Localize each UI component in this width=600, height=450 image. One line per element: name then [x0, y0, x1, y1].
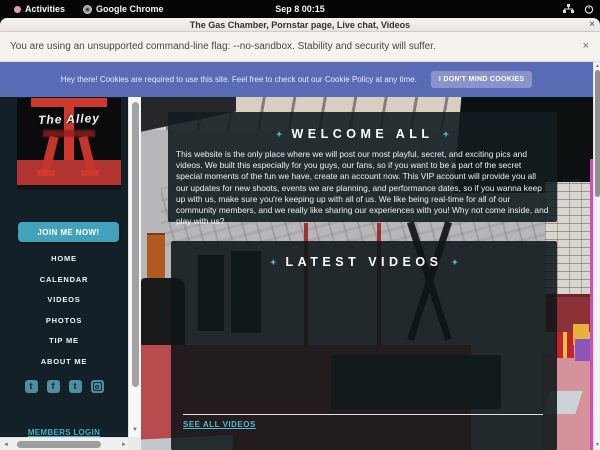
sidebar-nav: HOME CALENDAR VIDEOS PHOTOS TIP ME ABOUT… — [0, 249, 128, 372]
facebook-icon[interactable]: f — [47, 380, 60, 393]
sidebar-hscroll-thumb[interactable] — [17, 441, 101, 448]
sidebar-item-calendar[interactable]: CALENDAR — [0, 270, 128, 291]
photo-background: ✦ WELCOME ALL ✦ This website is the only… — [141, 97, 593, 450]
window-close-button[interactable]: × — [589, 18, 595, 32]
window-title: The Gas Chamber, Pornstar page, Live cha… — [0, 18, 600, 32]
network-icon[interactable] — [563, 4, 574, 14]
sidebar-item-home[interactable]: HOME — [0, 249, 128, 270]
scroll-up-icon[interactable]: ▲ — [595, 63, 600, 69]
sidebar-item-tip-me[interactable]: TIP ME — [0, 331, 128, 352]
cookie-banner: Hey there! Cookies are required to use t… — [0, 62, 593, 97]
logo-mat — [17, 185, 121, 190]
welcome-title: WELCOME ALL — [291, 127, 433, 141]
latest-videos-panel: ✦ LATEST VIDEOS ✦ SEE ALL VIDEOS — [171, 241, 557, 450]
instagram-lens — [95, 385, 99, 389]
sidebar: The Alley JOIN ME NOW! HOME CALENDAR VID… — [0, 97, 128, 450]
tumblr-icon[interactable]: t — [69, 380, 82, 393]
sparkle-icon: ✦ — [443, 130, 450, 139]
clock[interactable]: Sep 8 00:15 — [275, 0, 325, 18]
notification-bar: You are using an unsupported command-lin… — [0, 32, 600, 62]
notification-text: You are using an unsupported command-lin… — [10, 32, 436, 62]
scroll-right-icon[interactable]: ► — [121, 442, 127, 448]
scrollbar-corner — [128, 437, 141, 450]
welcome-heading: ✦ WELCOME ALL ✦ — [168, 127, 557, 141]
instagram-icon[interactable] — [91, 380, 104, 393]
latest-videos-title: LATEST VIDEOS — [286, 255, 443, 269]
sidebar-item-videos[interactable]: VIDEOS — [0, 290, 128, 311]
photo-gift-box — [575, 339, 590, 361]
join-me-now-button[interactable]: JOIN ME NOW! — [18, 222, 119, 242]
logo-text: The Alley — [17, 110, 121, 128]
photo-gift-box — [556, 332, 574, 358]
page-vertical-scrollbar[interactable]: ▲ ▼ — [593, 62, 600, 450]
scroll-left-icon[interactable]: ◄ — [3, 442, 9, 448]
sparkle-icon: ✦ — [276, 130, 283, 139]
sparkle-icon: ✦ — [270, 258, 277, 267]
page-content: The Alley JOIN ME NOW! HOME CALENDAR VID… — [0, 97, 593, 450]
see-all-videos-link[interactable]: SEE ALL VIDEOS — [183, 420, 256, 429]
scroll-down-icon[interactable]: ▼ — [595, 442, 600, 448]
logo-subtext-decor — [43, 130, 95, 137]
sidebar-vertical-scrollbar[interactable]: ▼ — [128, 97, 141, 437]
cookie-accept-button[interactable]: I DON'T MIND COOKIES — [431, 71, 532, 88]
activities-label: Activities — [25, 4, 65, 14]
logo-frame-pole — [64, 98, 74, 160]
twitter-icon[interactable]: t — [25, 380, 38, 393]
sidebar-horizontal-scrollbar[interactable]: ◄ ► — [0, 437, 141, 450]
social-links: t f t — [0, 380, 128, 393]
page-vscroll-thumb[interactable] — [595, 70, 600, 197]
welcome-panel: ✦ WELCOME ALL ✦ This website is the only… — [168, 112, 557, 222]
app-menu-label: Google Chrome — [96, 4, 164, 14]
latest-videos-heading: ✦ LATEST VIDEOS ✦ — [171, 255, 557, 269]
sparkle-icon: ✦ — [451, 258, 458, 267]
app-menu-google-chrome[interactable]: Google Chrome — [77, 0, 170, 18]
logo-frame-foot — [37, 170, 55, 176]
members-login-link[interactable]: MEMBERS LOGIN — [0, 428, 128, 437]
photo-door — [147, 233, 165, 279]
chrome-icon — [83, 5, 92, 14]
sidebar-item-about-me[interactable]: ABOUT ME — [0, 352, 128, 373]
system-top-bar: Activities Google Chrome Sep 8 00:15 — [0, 0, 600, 18]
cookie-message: Hey there! Cookies are required to use t… — [61, 75, 417, 84]
activities-dot-icon — [14, 6, 21, 13]
activities-button[interactable]: Activities — [8, 0, 71, 18]
site-logo[interactable]: The Alley — [17, 98, 121, 190]
divider — [183, 414, 543, 415]
power-icon[interactable] — [584, 4, 594, 14]
notification-close-button[interactable]: × — [583, 40, 589, 53]
logo-floor — [17, 160, 121, 186]
logo-frame-foot — [81, 170, 99, 176]
sidebar-vscroll-thumb[interactable] — [132, 102, 139, 387]
sidebar-item-photos[interactable]: PHOTOS — [0, 311, 128, 332]
scroll-down-icon[interactable]: ▼ — [132, 427, 138, 433]
window-titlebar[interactable]: The Gas Chamber, Pornstar page, Live cha… — [0, 18, 600, 32]
welcome-body-text: This website is the only place where we … — [176, 149, 549, 227]
